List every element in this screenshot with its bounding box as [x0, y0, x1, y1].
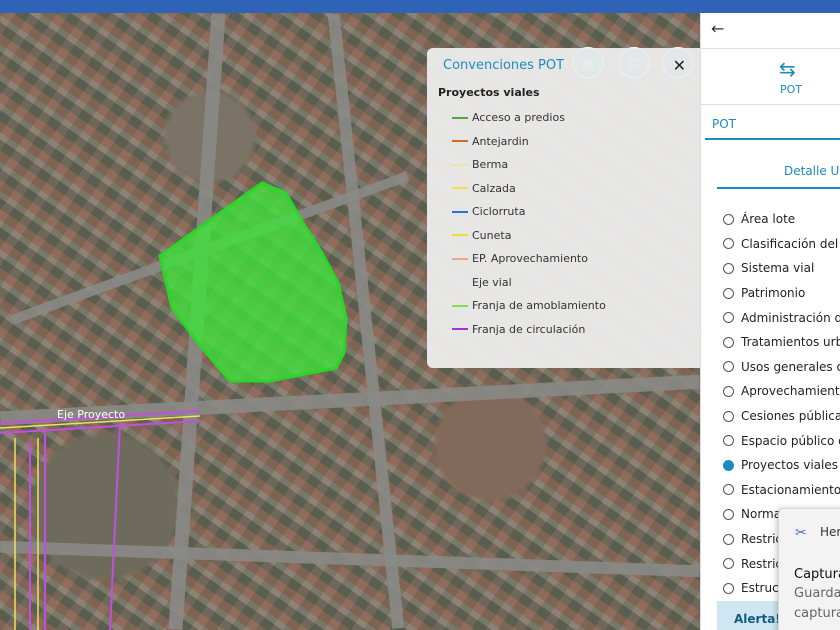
layer-label: Restric — [741, 532, 783, 547]
radio-button[interactable] — [723, 238, 734, 250]
project-road-lines — [0, 410, 201, 630]
legend-item-label: Franja de circulación — [472, 322, 586, 336]
layer-label: Proyectos viales — [741, 458, 838, 473]
layer-label: Restric — [741, 556, 783, 571]
layer-label: Aprovechamiento — [741, 384, 840, 399]
legend-item-label: Calzada — [472, 181, 516, 195]
legend-title: Convenciones POT — [443, 58, 565, 73]
radio-button[interactable] — [723, 385, 734, 397]
layer-radio-item[interactable]: Clasificación del — [723, 232, 840, 257]
layer-label: Espacio público d — [741, 433, 840, 448]
highlighted-lot-polygon[interactable] — [158, 181, 348, 383]
subtab-pot[interactable]: POT — [712, 117, 736, 131]
layer-label: Norma — [741, 507, 782, 522]
radio-button[interactable] — [723, 361, 734, 373]
legend-swatch — [452, 163, 468, 166]
legend-item-label: EP. Aprovechamiento — [472, 252, 588, 266]
layer-label: Administración de — [741, 310, 840, 325]
legend-item: Franja de circulación — [452, 318, 606, 342]
layer-radio-item[interactable]: Aprovechamiento — [723, 379, 840, 404]
back-arrow-icon[interactable]: ← — [711, 19, 724, 38]
layer-label: Sistema vial — [741, 261, 815, 276]
radio-button[interactable] — [723, 459, 734, 471]
divider — [701, 104, 840, 105]
legend-item: Cuneta — [452, 224, 606, 248]
layer-radio-item[interactable]: Proyectos viales — [723, 453, 840, 478]
radio-button[interactable] — [723, 533, 734, 545]
layer-radio-item[interactable]: Cesiones pública — [723, 404, 840, 429]
legend-swatch — [452, 187, 468, 190]
layer-radio-item[interactable]: Usos generales d — [723, 355, 840, 380]
layer-radio-item[interactable]: Estacionamientos — [723, 478, 840, 503]
subtab-underline — [705, 138, 840, 140]
layer-radio-item[interactable]: Sistema vial — [723, 256, 840, 281]
legend-item: Berma — [452, 153, 606, 177]
radio-button[interactable] — [723, 213, 734, 225]
radio-button[interactable] — [723, 336, 734, 348]
legend-item: Eje vial — [452, 271, 606, 295]
layer-label: Estacionamientos — [741, 482, 840, 497]
detalle-underline — [717, 187, 840, 189]
layer-radio-item[interactable]: Patrimonio — [723, 281, 840, 306]
layer-label: Tratamientos urb — [741, 335, 840, 350]
pot-route-icon[interactable]: ⇆ — [779, 57, 796, 81]
legend-swatch — [452, 328, 468, 331]
legend-item: Ciclorruta — [452, 200, 606, 224]
notification-text: Guarda — [794, 586, 840, 601]
radio-button[interactable] — [723, 312, 734, 324]
radio-button[interactable] — [723, 558, 734, 570]
legend-list: Acceso a predios Antejardin Berma Calzada Ci… — [452, 106, 606, 341]
legend-item-label: Antejardin — [472, 134, 529, 148]
layer-label: Cesiones pública — [741, 409, 840, 424]
radio-button[interactable] — [723, 484, 734, 496]
legend-swatch — [452, 257, 468, 260]
legend-item-label: Franja de amoblamiento — [472, 299, 606, 313]
screenshot-notification[interactable]: ✂ Her Captura Guarda captura — [778, 508, 840, 630]
notification-title: Captura — [794, 567, 840, 582]
legend-swatch — [452, 116, 468, 119]
tab-detalle[interactable]: Detalle Ur — [784, 164, 840, 178]
notification-app-name: Her — [820, 525, 840, 539]
layer-label: Usos generales d — [741, 359, 840, 374]
snip-tool-icon: ✂ — [795, 525, 807, 541]
close-icon[interactable]: ✕ — [673, 56, 686, 75]
layer-radio-item[interactable]: Administración de — [723, 305, 840, 330]
legend-section-title: Proyectos viales — [438, 86, 540, 99]
legend-item: Calzada — [452, 177, 606, 201]
top-app-bar — [0, 0, 840, 13]
legend-item-label: Eje vial — [472, 275, 512, 289]
layer-label: Clasificación del — [741, 236, 839, 251]
tab-pot[interactable]: POT — [780, 83, 802, 96]
radio-button[interactable] — [723, 262, 734, 274]
radio-button[interactable] — [723, 508, 734, 520]
legend-item-label: Cuneta — [472, 228, 512, 242]
layer-label: Área lote — [741, 212, 796, 227]
legend-item: EP. Aprovechamiento — [452, 247, 606, 271]
radio-button[interactable] — [723, 435, 734, 447]
legend-item-label: Ciclorruta — [472, 205, 526, 219]
legend-swatch — [452, 281, 468, 284]
road-label: Eje Proyecto — [57, 408, 125, 421]
legend-item-label: Acceso a predios — [472, 111, 565, 125]
legend-item: Antejardin — [452, 130, 606, 154]
layer-radio-item[interactable]: Espacio público d — [723, 428, 840, 453]
legend-item: Acceso a predios — [452, 106, 606, 130]
legend-swatch — [452, 210, 468, 213]
legend-swatch — [452, 234, 468, 237]
legend-swatch — [452, 140, 468, 143]
radio-button[interactable] — [723, 582, 734, 594]
legend-swatch — [452, 304, 468, 307]
legend-item: Franja de amoblamiento — [452, 294, 606, 318]
layer-radio-item[interactable]: Tratamientos urb — [723, 330, 840, 355]
notification-text: captura — [794, 606, 840, 621]
layer-label: Estruc — [741, 581, 779, 596]
layer-label: Patrimonio — [741, 286, 806, 301]
radio-button[interactable] — [723, 410, 734, 422]
layer-radio-item[interactable]: Área lote — [723, 207, 840, 232]
legend-panel: Convenciones POT ✕ Proyectos viales Acce… — [427, 48, 700, 368]
legend-item-label: Berma — [472, 158, 509, 172]
radio-button[interactable] — [723, 287, 734, 299]
